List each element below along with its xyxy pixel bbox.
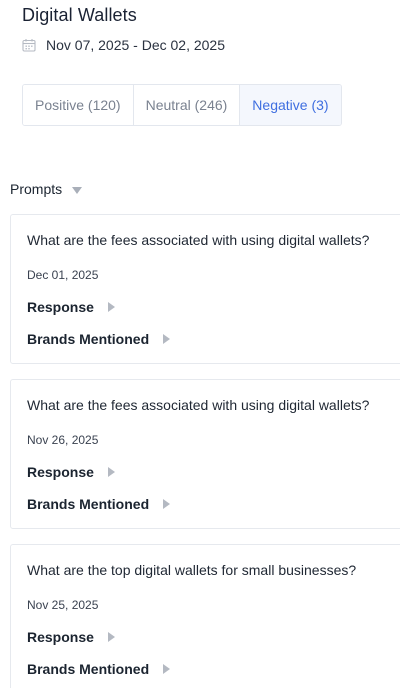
- prompt-date: Nov 26, 2025: [27, 433, 99, 447]
- calendar-icon: [22, 39, 36, 52]
- brands-mentioned-label: Brands Mentioned: [27, 496, 150, 512]
- brands-mentioned-toggle[interactable]: Brands Mentioned: [27, 331, 171, 347]
- prompt-card: What are the top digital wallets for sma…: [10, 544, 400, 688]
- brands-mentioned-toggle[interactable]: Brands Mentioned: [27, 661, 171, 677]
- sentiment-tabs: Positive (120) Neutral (246) Negative (3…: [22, 84, 342, 126]
- brands-mentioned-label: Brands Mentioned: [27, 331, 150, 347]
- tab-positive[interactable]: Positive (120): [23, 85, 134, 125]
- prompt-date: Nov 25, 2025: [27, 598, 99, 612]
- prompt-question: What are the fees associated with using …: [27, 232, 370, 248]
- prompt-card: What are the fees associated with using …: [10, 214, 400, 364]
- date-range[interactable]: Nov 07, 2025 - Dec 02, 2025: [22, 37, 225, 53]
- expand-arrow-icon: [163, 334, 171, 344]
- response-label: Response: [27, 629, 94, 645]
- expand-arrow-icon: [107, 632, 115, 642]
- brands-mentioned-toggle[interactable]: Brands Mentioned: [27, 496, 171, 512]
- prompts-dropdown[interactable]: Prompts: [10, 181, 83, 197]
- prompt-card: What are the fees associated with using …: [10, 379, 400, 529]
- response-label: Response: [27, 464, 94, 480]
- expand-arrow-icon: [107, 302, 115, 312]
- response-label: Response: [27, 299, 94, 315]
- response-toggle[interactable]: Response: [27, 629, 115, 645]
- prompt-question: What are the fees associated with using …: [27, 397, 370, 413]
- prompt-date: Dec 01, 2025: [27, 268, 99, 282]
- expand-arrow-icon: [163, 664, 171, 674]
- page-title: Digital Wallets: [22, 5, 137, 25]
- response-toggle[interactable]: Response: [27, 464, 115, 480]
- expand-arrow-icon: [107, 467, 115, 477]
- date-range-text: Nov 07, 2025 - Dec 02, 2025: [46, 37, 226, 53]
- prompts-label: Prompts: [10, 181, 63, 197]
- brands-mentioned-label: Brands Mentioned: [27, 661, 150, 677]
- caret-down-icon: [72, 186, 83, 194]
- response-toggle[interactable]: Response: [27, 299, 115, 315]
- tab-neutral[interactable]: Neutral (246): [133, 85, 241, 125]
- tab-negative[interactable]: Negative (3): [240, 85, 341, 125]
- prompt-question: What are the top digital wallets for sma…: [27, 562, 357, 578]
- expand-arrow-icon: [163, 499, 171, 509]
